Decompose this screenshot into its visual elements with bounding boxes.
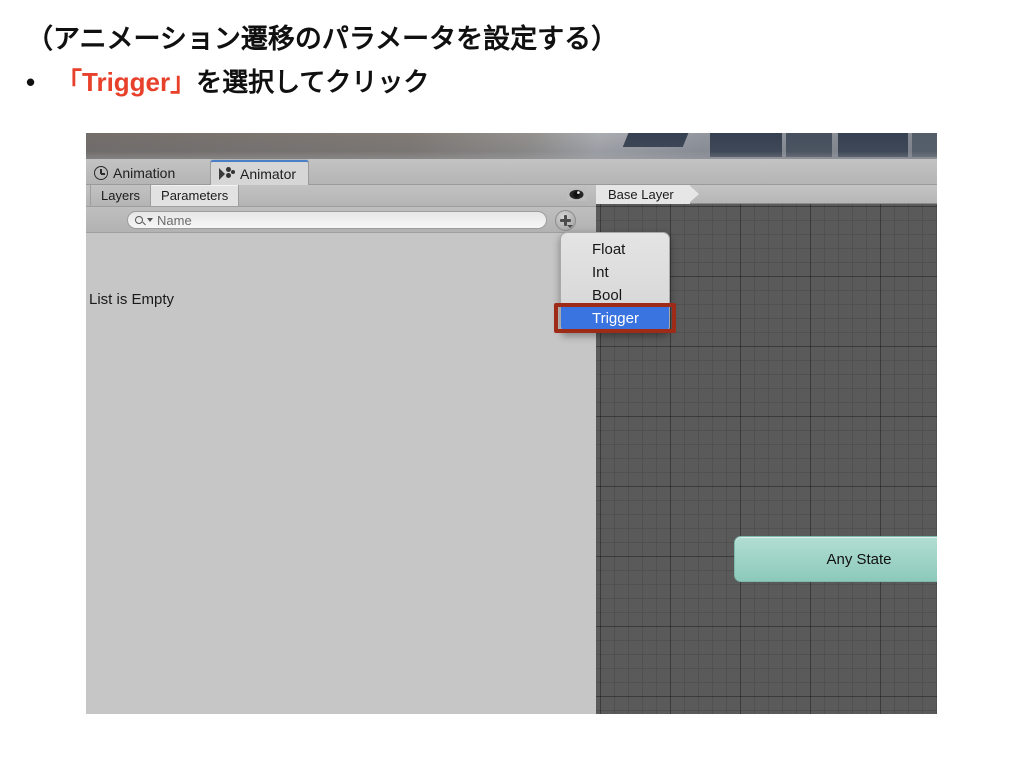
panel-subtab-row: Layers Parameters	[86, 185, 596, 207]
chevron-down-icon	[147, 218, 153, 222]
editor-tab-bar: Animation Animator	[86, 159, 937, 186]
state-node-any-state[interactable]: Any State	[734, 536, 937, 582]
tab-animation[interactable]: Animation	[86, 160, 187, 185]
search-placeholder: Name	[157, 212, 192, 228]
slide-heading-primary: （アニメーション遷移のパラメータを設定する）	[26, 24, 619, 54]
empty-message-label: List is Empty	[89, 290, 175, 308]
clock-icon	[94, 165, 108, 180]
tab-animator[interactable]: Animator	[210, 160, 310, 186]
eye-icon[interactable]	[567, 188, 586, 201]
menu-item-label: Float	[592, 241, 626, 258]
graph-breadcrumb-bar: Base Layer	[596, 185, 937, 204]
parameters-panel: Layers Parameters Name List is Empty	[86, 185, 596, 714]
subtab-parameters[interactable]: Parameters	[150, 185, 240, 206]
menu-item-label: Int	[592, 264, 609, 281]
state-node-label: Any State	[826, 550, 892, 568]
subtab-layers[interactable]: Layers	[90, 185, 152, 206]
search-icon	[135, 216, 143, 224]
bullet-rest-text: を選択してクリック	[196, 67, 430, 97]
parameter-search-row: Name	[86, 207, 596, 233]
animator-icon	[219, 166, 235, 181]
menu-item-int[interactable]: Int	[561, 261, 669, 284]
add-parameter-button[interactable]	[555, 210, 576, 231]
bullet-marker: •	[26, 67, 36, 97]
search-input[interactable]: Name	[127, 211, 547, 229]
menu-item-float[interactable]: Float	[561, 238, 669, 261]
chevron-down-icon	[567, 225, 573, 228]
tab-animator-label: Animator	[240, 165, 297, 182]
unity-editor-screenshot: Animation Animator Layers Parameters Nam…	[86, 133, 937, 714]
parameter-type-dropdown-menu[interactable]: Float Int Bool Trigger	[560, 232, 670, 333]
slide-root: （アニメーション遷移のパラメータを設定する） • 「Trigger」 を選択して…	[0, 0, 1024, 768]
slide-bullet-line: • 「Trigger」 を選択してクリック	[26, 62, 429, 99]
menu-item-bool[interactable]: Bool	[561, 284, 669, 307]
breadcrumb-label: Base Layer	[608, 187, 674, 202]
subtab-parameters-label: Parameters	[161, 188, 229, 203]
menu-item-label: Bool	[592, 287, 623, 304]
scene-view-sliver	[86, 133, 937, 159]
menu-item-label: Trigger	[592, 310, 639, 327]
tab-animation-label: Animation	[113, 164, 176, 181]
scene-haze-overlay	[86, 133, 937, 159]
menu-item-trigger[interactable]: Trigger	[561, 307, 669, 330]
subtab-layers-label: Layers	[101, 188, 141, 203]
parameter-list-empty-message: List is Empty	[86, 286, 596, 312]
bullet-accent-text: 「Trigger」	[56, 67, 197, 97]
breadcrumb-base-layer[interactable]: Base Layer	[596, 185, 699, 204]
